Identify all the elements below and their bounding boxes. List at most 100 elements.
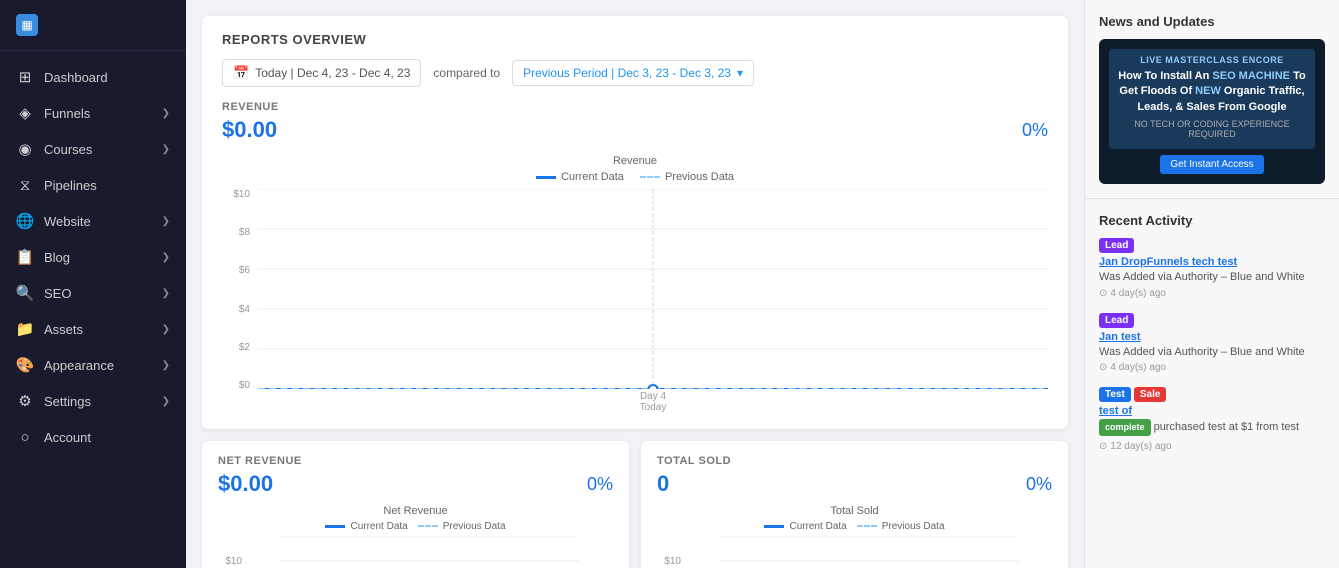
legend-previous: Previous Data [640,171,734,183]
dashboard-icon: ⊞ [16,68,34,86]
sidebar-item-seo[interactable]: 🔍 SEO ❯ [0,275,186,311]
sidebar-item-courses[interactable]: ◉ Courses ❯ [0,131,186,167]
nav-item-left: ◈ Funnels [16,104,90,122]
net-revenue-chart-svg [246,536,613,568]
legend-current: Current Data [536,171,624,183]
assets-icon: 📁 [16,320,34,338]
courses-label: Courses [44,142,92,157]
activity-detail: Was Added via Authority – Blue and White [1099,270,1325,285]
sidebar-item-dashboard[interactable]: ⊞ Dashboard [0,59,186,95]
blog-label: Blog [44,250,70,265]
news-title: News and Updates [1099,14,1325,29]
appearance-label: Appearance [44,358,114,373]
total-sold-chart-svg [685,536,1052,568]
badge-lead: Lead [1099,313,1134,328]
courses-chevron-icon: ❯ [162,144,170,155]
current-date-label: Today | Dec 4, 23 - Dec 4, 23 [255,66,410,80]
nav-item-left: 📁 Assets [16,320,83,338]
badge-lead: Lead [1099,238,1134,253]
net-revenue-value: $0.00 [218,471,273,497]
website-icon: 🌐 [16,212,34,230]
chart-main-area: Day 4 Today [258,189,1048,413]
net-revenue-legend: Current Data Previous Data [218,521,613,532]
revenue-chart: Revenue Current Data Previous Data $10 $… [222,155,1048,413]
seo-label: SEO [44,286,71,301]
net-revenue-legend-current: Current Data [325,521,407,532]
chart-y-labels: $10 $8 $6 $4 $2 $0 [222,189,250,413]
news-cta-button[interactable]: Get Instant Access [1160,155,1263,174]
activity-name[interactable]: Jan test [1099,331,1325,343]
net-revenue-percent: 0% [587,474,613,495]
sidebar-logo: ▦ [0,0,186,51]
current-date-button[interactable]: 📅 Today | Dec 4, 23 - Dec 4, 23 [222,59,421,87]
net-legend-solid [325,525,345,528]
settings-chevron-icon: ❯ [162,396,170,407]
activity-detail: Was Added via Authority – Blue and White [1099,345,1325,360]
total-sold-chart-area: $10 [657,536,1052,568]
total-sold-row: 0 0% [657,471,1052,497]
net-revenue-panel: NET REVENUE $0.00 0% Net Revenue Current… [202,441,629,568]
account-label: Account [44,430,91,445]
activity-name[interactable]: Jan DropFunnels tech test [1099,256,1325,268]
nav-item-left: 🌐 Website [16,212,91,230]
pipelines-icon: ⧖ [16,176,34,194]
total-legend-dashed [857,525,877,528]
sidebar-nav: ⊞ Dashboard ◈ Funnels ❯ ◉ Courses ❯ ⧖ Pi… [0,51,186,568]
assets-chevron-icon: ❯ [162,324,170,335]
news-banner-headline: How To Install An SEO MACHINE To Get Flo… [1115,69,1309,115]
revenue-metric-row: $0.00 0% [222,117,1048,143]
total-legend-solid [764,525,784,528]
total-sold-title: TOTAL SOLD [657,455,1052,467]
revenue-chart-svg [258,189,1048,389]
clock-icon: ⊙ [1099,288,1107,299]
total-sold-panel: TOTAL SOLD 0 0% Total Sold Current Data … [641,441,1068,568]
activity-time: ⊙ 4 day(s) ago [1099,288,1325,299]
sidebar-item-pipelines[interactable]: ⧖ Pipelines [0,167,186,203]
activity-time: ⊙ 4 day(s) ago [1099,362,1325,373]
news-banner: LIVE MASTERCLASS ENCORE How To Install A… [1099,39,1325,184]
nav-item-left: 📋 Blog [16,248,70,266]
nav-item-left: ⊞ Dashboard [16,68,108,86]
pipelines-label: Pipelines [44,178,97,193]
activity-item: Lead Jan DropFunnels tech test Was Added… [1099,238,1325,298]
sidebar-item-account[interactable]: ○ Account [0,419,186,455]
net-legend-dashed [418,525,438,528]
legend-dashed-line [640,176,660,179]
sidebar-item-assets[interactable]: 📁 Assets ❯ [0,311,186,347]
sidebar-item-website[interactable]: 🌐 Website ❯ [0,203,186,239]
legend-solid-line [536,176,556,179]
sidebar-item-settings[interactable]: ⚙ Settings ❯ [0,383,186,419]
activity-time: ⊙ 12 day(s) ago [1099,441,1325,452]
nav-item-left: ⧖ Pipelines [16,176,97,194]
sidebar-item-blog[interactable]: 📋 Blog ❯ [0,239,186,275]
appearance-chevron-icon: ❯ [162,360,170,371]
chart-area: $10 $8 $6 $4 $2 $0 [222,189,1048,413]
previous-period-label: Previous Period | Dec 3, 23 - Dec 3, 23 [523,66,731,80]
reports-title: REPORTS OVERVIEW [222,32,1048,47]
sidebar-item-funnels[interactable]: ◈ Funnels ❯ [0,95,186,131]
net-revenue-chart-area: $10 [218,536,613,568]
activity-item: Lead Jan test Was Added via Authority – … [1099,313,1325,373]
net-revenue-row: $0.00 0% [218,471,613,497]
news-banner-subtitle: LIVE MASTERCLASS ENCORE [1115,55,1309,65]
total-sold-chart-title: Total Sold [657,505,1052,517]
activity-name[interactable]: test of [1099,405,1325,417]
settings-label: Settings [44,394,91,409]
nav-item-left: 🎨 Appearance [16,356,114,374]
total-sold-legend-previous: Previous Data [857,521,945,532]
activity-title: Recent Activity [1099,213,1325,228]
settings-icon: ⚙ [16,392,34,410]
total-sold-legend: Current Data Previous Data [657,521,1052,532]
news-subtext: NO TECH OR CODING EXPERIENCE REQUIRED [1115,119,1309,139]
net-revenue-chart-title: Net Revenue [218,505,613,517]
sidebar-item-appearance[interactable]: 🎨 Appearance ❯ [0,347,186,383]
badge-sale: Sale [1134,387,1167,402]
previous-period-button[interactable]: Previous Period | Dec 3, 23 - Dec 3, 23 … [512,60,754,86]
funnels-chevron-icon: ❯ [162,108,170,119]
revenue-title: REVENUE [222,101,1048,113]
revenue-percent: 0% [1022,120,1048,141]
bottom-panels: NET REVENUE $0.00 0% Net Revenue Current… [202,441,1068,568]
net-revenue-title: NET REVENUE [218,455,613,467]
activity-list: Lead Jan DropFunnels tech test Was Added… [1099,238,1325,451]
account-icon: ○ [16,428,34,446]
